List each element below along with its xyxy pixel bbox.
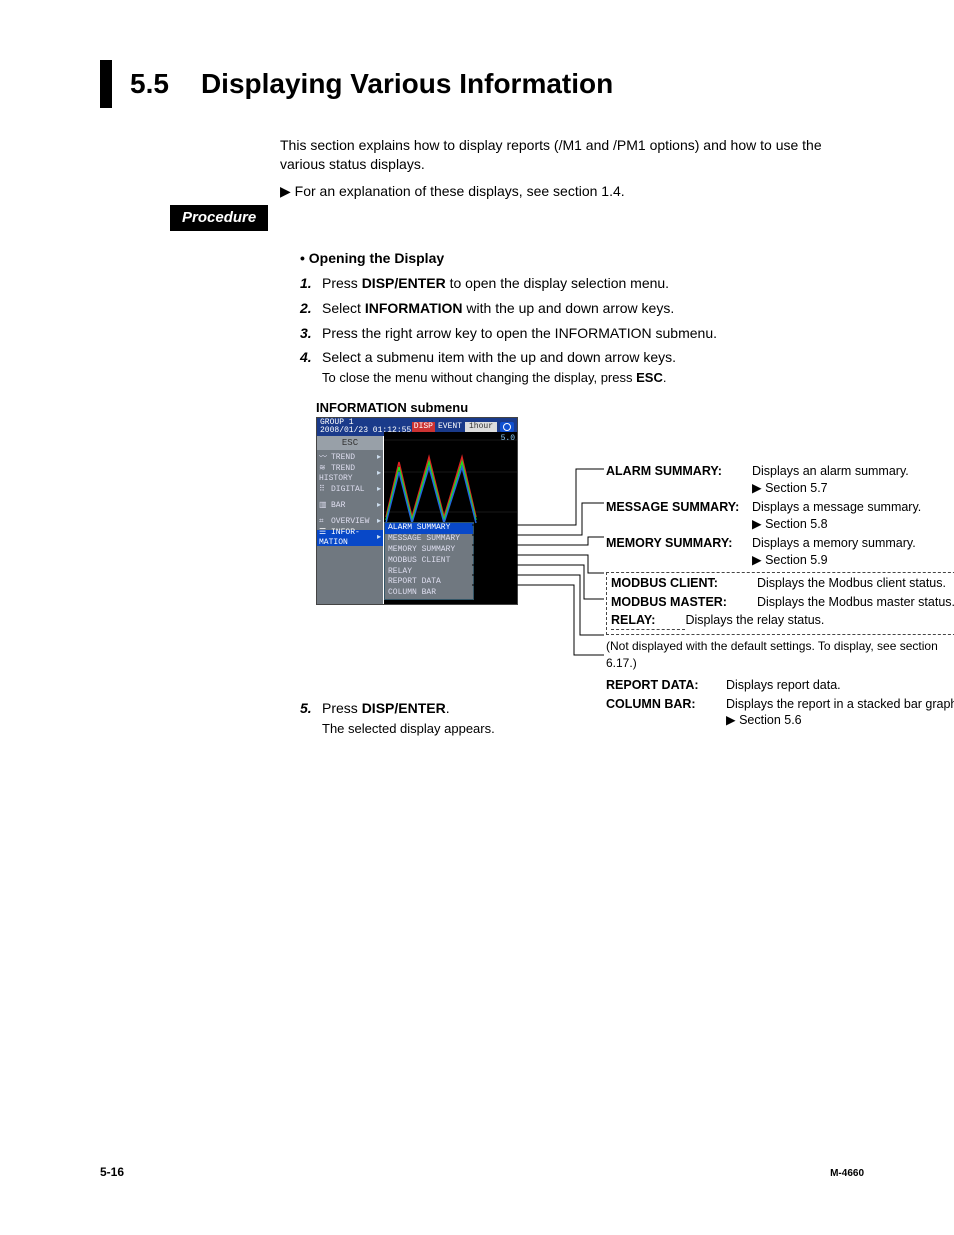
step-list: 1. Press DISP/ENTER to open the display … bbox=[300, 274, 864, 387]
step-4: 4. Select a submenu item with the up and… bbox=[300, 348, 864, 386]
section-heading: 5.5 Displaying Various Information bbox=[100, 60, 864, 108]
device-sidebar: ESC 〰TREND▸ ≋TREND HISTORY▸ ⠿DIGITAL▸ ▥B… bbox=[317, 436, 383, 604]
step-text: Press DISP/ENTER to open the display sel… bbox=[322, 274, 864, 293]
diagram-area: GROUP 1 2008/01/23 01:12:55 DISP EVENT 1… bbox=[316, 417, 954, 689]
side-bar: ▥BAR▸ bbox=[317, 498, 383, 514]
step-text: Press the right arrow key to open the IN… bbox=[322, 324, 864, 343]
desc-dashed-group: MODBUS CLIENT: Displays the Modbus clien… bbox=[606, 572, 954, 636]
step-number: 4. bbox=[300, 348, 322, 386]
side-information: ☰INFOR- MATION▸ bbox=[317, 530, 383, 546]
step-3: 3. Press the right arrow key to open the… bbox=[300, 324, 864, 343]
step-number: 5. bbox=[300, 699, 322, 737]
step-subtext: To close the menu without changing the d… bbox=[322, 369, 864, 387]
cross-reference: ▶ For an explanation of these displays, … bbox=[280, 182, 864, 201]
submenu-caption: INFORMATION submenu bbox=[316, 399, 864, 417]
side-digital: ⠿DIGITAL▸ bbox=[317, 482, 383, 498]
camera-icon bbox=[500, 422, 514, 432]
intro-paragraph: This section explains how to display rep… bbox=[280, 136, 864, 174]
cross-reference-text: For an explanation of these displays, se… bbox=[295, 183, 625, 199]
desc-note: (Not displayed with the default settings… bbox=[606, 638, 954, 670]
desc-message: MESSAGE SUMMARY: Displays a message summ… bbox=[606, 499, 954, 533]
step-1: 1. Press DISP/ENTER to open the display … bbox=[300, 274, 864, 293]
information-submenu-popup: ALARM SUMMARY MESSAGE SUMMARY MEMORY SUM… bbox=[384, 522, 474, 600]
section-title: Displaying Various Information bbox=[201, 65, 613, 103]
page-footer: 5-16 M-4660 bbox=[100, 1164, 864, 1180]
desc-report: REPORT DATA: Displays report data. bbox=[606, 677, 954, 694]
page-number: 5-16 bbox=[100, 1164, 124, 1180]
submenu-description-list: ALARM SUMMARY: Displays an alarm summary… bbox=[606, 463, 954, 731]
step-number: 3. bbox=[300, 324, 322, 343]
device-screenshot: GROUP 1 2008/01/23 01:12:55 DISP EVENT 1… bbox=[316, 417, 518, 605]
side-trend-history: ≋TREND HISTORY▸ bbox=[317, 466, 383, 482]
step-number: 2. bbox=[300, 299, 322, 318]
step-2: 2. Select INFORMATION with the up and do… bbox=[300, 299, 864, 318]
section-bar bbox=[100, 60, 112, 108]
step-text: Select a submenu item with the up and do… bbox=[322, 348, 864, 386]
step-number: 1. bbox=[300, 274, 322, 293]
procedure-label: Procedure bbox=[170, 205, 268, 231]
triangle-icon: ▶ bbox=[280, 182, 291, 201]
section-number: 5.5 bbox=[130, 65, 169, 103]
opening-display-heading: • Opening the Display bbox=[300, 249, 864, 268]
step-text: Select INFORMATION with the up and down … bbox=[322, 299, 864, 318]
esc-row: ESC bbox=[317, 436, 383, 450]
desc-memory: MEMORY SUMMARY: Displays a memory summar… bbox=[606, 535, 954, 569]
disp-badge: DISP bbox=[412, 422, 435, 433]
desc-alarm: ALARM SUMMARY: Displays an alarm summary… bbox=[606, 463, 954, 497]
doc-code: M-4660 bbox=[830, 1167, 864, 1181]
desc-column: COLUMN BAR: Displays the report in a sta… bbox=[606, 696, 954, 730]
